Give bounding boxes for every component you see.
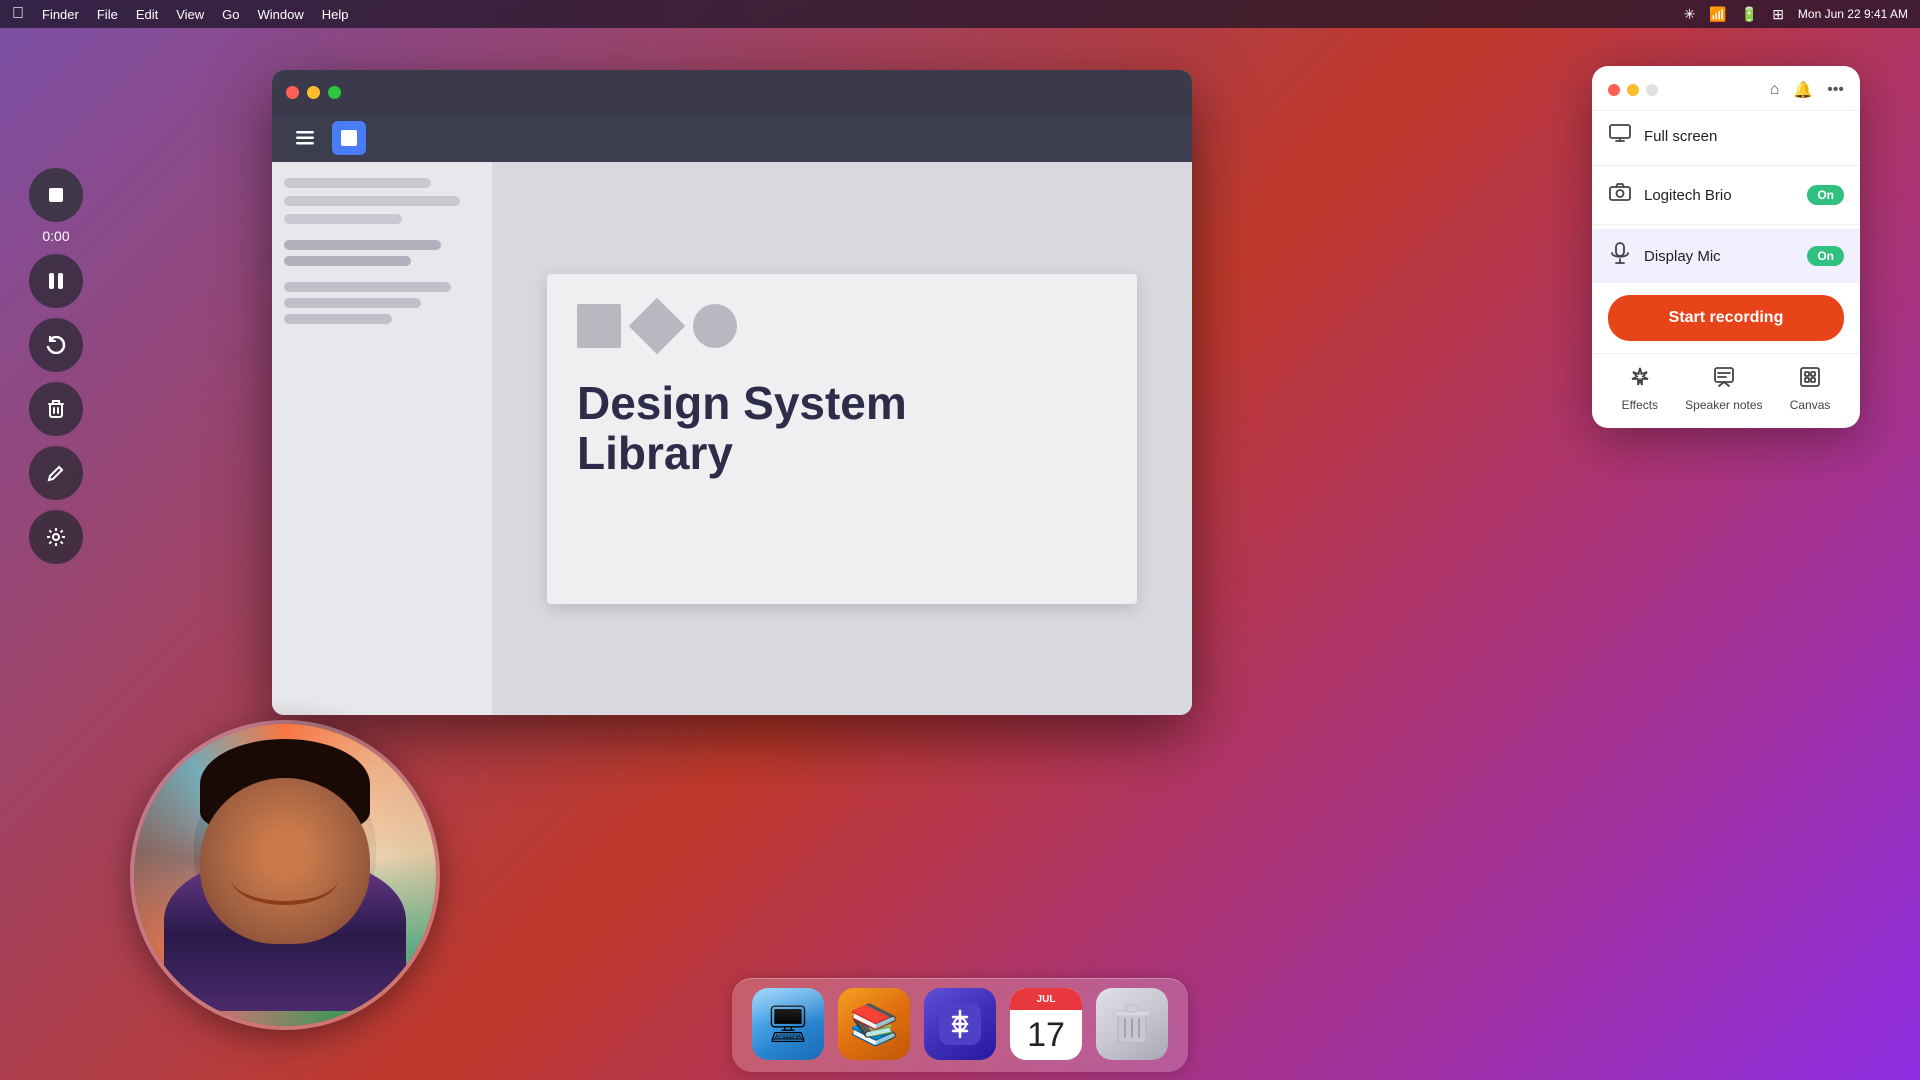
menubar-left:  Finder File Edit View Go Window Help (12, 5, 349, 23)
speaker-notes-button[interactable]: Speaker notes (1685, 366, 1762, 412)
panel-header: ⌂ 🔔 ••• (1592, 66, 1860, 111)
control-center-icon[interactable]: ⊞ (1772, 6, 1784, 23)
dock-item-calendar[interactable]: JUL 17 (1010, 988, 1082, 1060)
control-sidebar: 0:00 (20, 168, 92, 564)
panel-bell-icon[interactable]: 🔔 (1793, 80, 1813, 100)
window-toolbar (272, 114, 1192, 162)
window-close-button[interactable] (286, 86, 299, 99)
speaker-notes-icon (1713, 366, 1735, 394)
panel-divider-1 (1592, 165, 1860, 166)
panel-mic-label: Display Mic (1644, 248, 1795, 265)
camera-person-bg (134, 724, 436, 1026)
panel-option-camera[interactable]: Logitech Brio On (1592, 170, 1860, 220)
panel-more-icon[interactable]: ••• (1827, 81, 1844, 99)
sidebar-group (284, 240, 480, 266)
menubar-datetime: Mon Jun 22 9:41 AM (1798, 7, 1908, 21)
slide-shapes (577, 304, 1107, 348)
sidebar-line-4 (284, 240, 441, 250)
sidebar-line-3 (284, 214, 402, 224)
menubar-app-name[interactable]: Finder (42, 7, 79, 22)
dock-item-books[interactable]: 📚 (838, 988, 910, 1060)
sidebar-line-7 (284, 298, 421, 308)
menubar-file[interactable]: File (97, 7, 118, 22)
speaker-notes-label: Speaker notes (1685, 398, 1762, 412)
camera-icon (1608, 183, 1632, 207)
snowflake-icon: ✳ (1684, 6, 1696, 23)
shape-circle (693, 304, 737, 348)
stop-button[interactable] (29, 168, 83, 222)
battery-icon: 🔋 (1741, 6, 1758, 23)
shape-diamond (629, 297, 686, 354)
window-content: Design System Library (492, 162, 1192, 715)
panel-option-fullscreen[interactable]: Full screen (1592, 111, 1860, 161)
canvas-button[interactable]: Canvas (1790, 366, 1831, 412)
recording-panel: ⌂ 🔔 ••• Full screen (1592, 66, 1860, 428)
toolbar-menu-button[interactable] (288, 121, 322, 155)
panel-home-icon[interactable]: ⌂ (1770, 81, 1780, 99)
window-sidebar (272, 162, 492, 715)
sidebar-line-1 (284, 178, 431, 188)
dock: 🖥 📚 JUL 17 (732, 978, 1188, 1072)
recording-timer: 0:00 (42, 228, 69, 244)
calendar-day: 17 (1027, 1010, 1065, 1060)
window-minimize-button[interactable] (307, 86, 320, 99)
wifi-icon[interactable]: 📶 (1709, 6, 1726, 23)
menubar-view[interactable]: View (176, 7, 204, 22)
camera-smile (231, 851, 340, 905)
camera-overlay (130, 720, 440, 1030)
panel-footer: Effects Speaker notes (1592, 353, 1860, 428)
panel-divider-2 (1592, 224, 1860, 225)
effects-button[interactable]: Effects (1622, 366, 1658, 412)
menubar-edit[interactable]: Edit (136, 7, 158, 22)
panel-camera-label: Logitech Brio (1644, 187, 1795, 204)
toolbar-view-button[interactable] (332, 121, 366, 155)
dock-item-perplexity[interactable] (924, 988, 996, 1060)
dock-item-trash[interactable] (1096, 988, 1168, 1060)
effects-label: Effects (1622, 398, 1658, 412)
panel-close-dot[interactable] (1608, 84, 1620, 96)
pause-button[interactable] (29, 254, 83, 308)
panel-traffic-lights (1608, 84, 1658, 96)
menubar-go[interactable]: Go (222, 7, 239, 22)
panel-option-mic[interactable]: Display Mic On (1592, 229, 1860, 283)
slide-title: Design System Library (577, 378, 1107, 479)
delete-button[interactable] (29, 382, 83, 436)
window-titlebar (272, 70, 1192, 114)
finder-face-icon: 🖥 (752, 988, 824, 1060)
sidebar-line-8 (284, 314, 392, 324)
sidebar-line-5 (284, 256, 411, 266)
menubar-help[interactable]: Help (322, 7, 349, 22)
desktop: Design System Library 0:00 (0, 28, 1920, 1080)
window-maximize-button[interactable] (328, 86, 341, 99)
panel-max-dot[interactable] (1646, 84, 1658, 96)
canvas-icon (1799, 366, 1821, 394)
dock-item-finder[interactable]: 🖥 (752, 988, 824, 1060)
mic-toggle[interactable]: On (1807, 246, 1844, 266)
panel-min-dot[interactable] (1627, 84, 1639, 96)
effects-icon (1629, 366, 1651, 394)
apple-menu[interactable]:  (12, 5, 24, 23)
undo-button[interactable] (29, 318, 83, 372)
panel-fullscreen-label: Full screen (1644, 128, 1844, 145)
mic-icon (1608, 242, 1632, 270)
canvas-label: Canvas (1790, 398, 1831, 412)
monitor-icon (1608, 124, 1632, 148)
sidebar-group-2 (284, 282, 480, 324)
start-recording-button[interactable]: Start recording (1608, 295, 1844, 341)
menubar-right: ✳ 📶 🔋 ⊞ Mon Jun 22 9:41 AM (1684, 6, 1908, 23)
panel-header-icons: ⌂ 🔔 ••• (1770, 80, 1844, 100)
sidebar-line-2 (284, 196, 460, 206)
shape-square (577, 304, 621, 348)
menubar:  Finder File Edit View Go Window Help ✳… (0, 0, 1920, 28)
draw-button[interactable] (29, 446, 83, 500)
effects-ctrl-button[interactable] (29, 510, 83, 564)
books-emoji-icon: 📚 (849, 1001, 899, 1048)
calendar-month: JUL (1010, 988, 1082, 1010)
camera-toggle[interactable]: On (1807, 185, 1844, 205)
window-body: Design System Library (272, 162, 1192, 715)
menubar-window[interactable]: Window (258, 7, 304, 22)
sidebar-line-6 (284, 282, 451, 292)
app-window: Design System Library (272, 70, 1192, 715)
slide-preview: Design System Library (547, 274, 1137, 604)
